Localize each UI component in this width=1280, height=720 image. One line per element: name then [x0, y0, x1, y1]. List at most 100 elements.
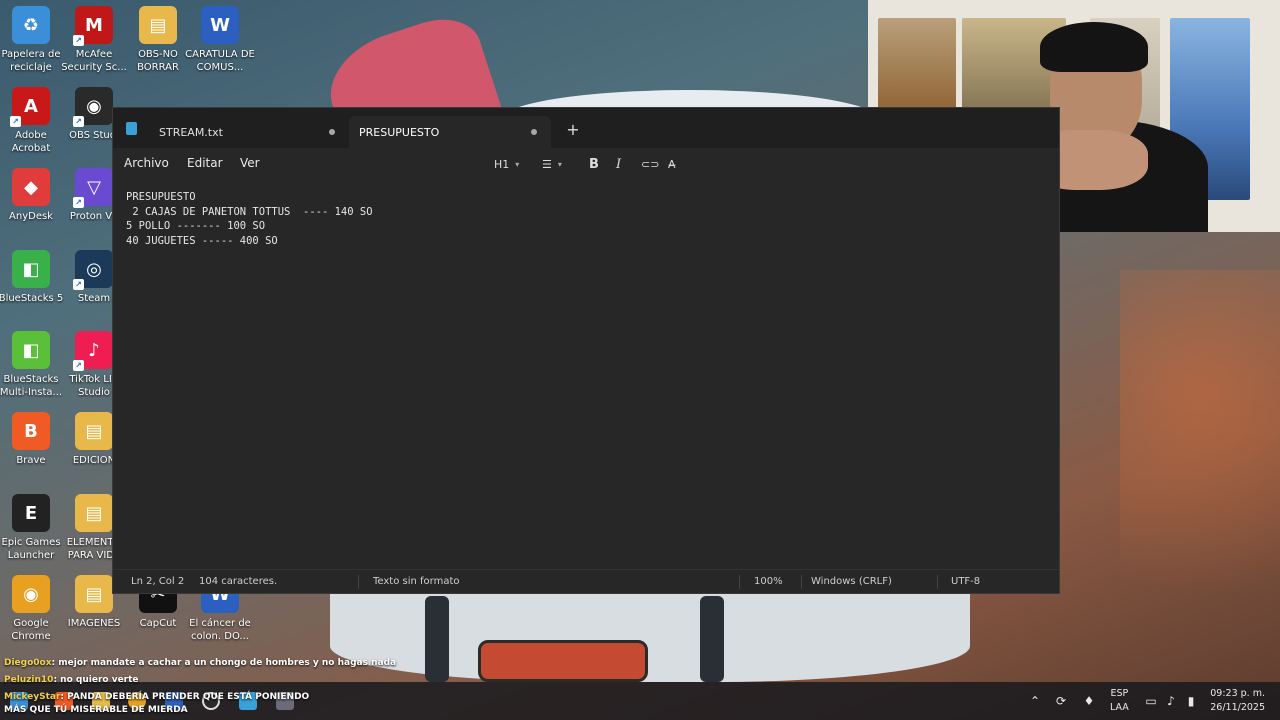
obs-studio-icon: ◉ ↗: [73, 87, 113, 127]
tab-label: PRESUPUESTO: [359, 125, 440, 139]
heading-dropdown[interactable]: H1 ▾: [494, 155, 519, 173]
menu-ver[interactable]: Ver: [240, 156, 260, 170]
clear-formatting-icon[interactable]: A̶: [668, 155, 676, 173]
wallpaper-strap-right: [700, 596, 724, 682]
keyboard-layout: LAA: [1110, 702, 1129, 713]
shortcut-arrow-icon: ↗: [10, 116, 21, 127]
list-dropdown[interactable]: ☰ ▾: [542, 155, 562, 173]
desktop-icon-caratula[interactable]: W CARATULA DE COMUS...: [185, 6, 255, 74]
clock-time: 09:23 p. m.: [1210, 688, 1265, 699]
desktop-icon-label: Papelera de reciclaje: [1, 49, 61, 73]
status-divider: [739, 575, 740, 589]
desktop-icon-label: Brave: [16, 455, 46, 466]
heading-label: H1: [494, 157, 510, 171]
chat-message: Peluzin10: no quiero verte: [4, 675, 139, 685]
line-ending[interactable]: Windows (CRLF): [811, 576, 892, 587]
menu-editar[interactable]: Editar: [187, 156, 223, 170]
microphone-icon[interactable]: ♦: [1080, 682, 1098, 720]
desktop-icon-mcafee[interactable]: M ↗ McAfee Security Sc...: [59, 6, 129, 74]
chrome-icon: ◉: [12, 575, 50, 613]
desktop-icon-label: OBS-NO BORRAR: [137, 49, 179, 73]
chat-message: MickeyStar: PANDA DEBERÍA PRENDER QUE ES…: [4, 691, 334, 717]
status-divider: [358, 575, 359, 589]
desktop-icon-epic-games[interactable]: E Epic Games Launcher: [0, 494, 66, 562]
chat-message: Diego0ox: mejor mandate a cachar a un ch…: [4, 658, 396, 668]
system-clock[interactable]: 09:23 p. m. 26/11/2025: [1205, 687, 1265, 715]
shortcut-arrow-icon: ↗: [73, 116, 84, 127]
brave-icon: B: [12, 412, 50, 450]
wallpaper-bag: [478, 640, 648, 682]
wallpaper-creature-body: [330, 592, 970, 682]
wallpaper-strap-left: [425, 596, 449, 682]
unsaved-dot-icon: [531, 129, 537, 135]
zoom-level[interactable]: 100%: [754, 576, 783, 587]
status-bar: Ln 2, Col 2 104 caracteres. Texto sin fo…: [113, 569, 1059, 593]
notepad-app-icon: [126, 122, 137, 135]
folder-icon: ▤: [75, 575, 113, 613]
desktop-icon-label: BlueStacks 5: [0, 293, 64, 304]
italic-button[interactable]: I: [616, 155, 621, 173]
chat-username: MickeyStar: [4, 692, 61, 702]
chat-username: Diego0ox: [4, 658, 52, 668]
desktop-icon-label: Epic Games Launcher: [1, 537, 61, 561]
acrobat-icon: A ↗: [10, 87, 50, 127]
folder-icon: ▤: [139, 6, 177, 44]
encoding[interactable]: UTF-8: [951, 576, 980, 587]
link-icon[interactable]: ⊂⊃: [641, 155, 659, 173]
shortcut-arrow-icon: ↗: [73, 279, 84, 290]
desktop-icon-label: El cáncer de colon. DO...: [189, 618, 251, 642]
anydesk-icon: ◆: [12, 168, 50, 206]
tab-bar: STREAM.txt PRESUPUESTO +: [113, 108, 1059, 148]
tab-label: STREAM.txt: [159, 125, 223, 139]
notepad-window: STREAM.txt PRESUPUESTO + Archivo Editar …: [112, 107, 1060, 594]
clock-date: 26/11/2025: [1210, 702, 1265, 713]
desktop-icon-obs-no-borrar[interactable]: ▤ OBS-NO BORRAR: [123, 6, 193, 74]
status-divider: [801, 575, 802, 589]
bluestacks-multi-icon: ◧: [12, 331, 50, 369]
menu-bar: Archivo Editar Ver H1 ▾ ☰ ▾ B I ⊂⊃ A̶: [113, 148, 1059, 180]
network-icon[interactable]: ▭: [1143, 682, 1159, 720]
proton-vpn-icon: ▽ ↗: [73, 168, 113, 208]
tab-presupuesto[interactable]: PRESUPUESTO: [349, 116, 551, 148]
desktop-icon-label: AnyDesk: [9, 211, 53, 222]
recycle-bin-icon: ♻: [12, 6, 50, 44]
character-count: 104 caracteres.: [199, 576, 278, 587]
shortcut-arrow-icon: ↗: [73, 360, 84, 371]
shortcut-arrow-icon: ↗: [73, 35, 84, 46]
sync-icon[interactable]: ⟳: [1052, 682, 1070, 720]
desktop-icon-google-chrome[interactable]: ◉ Google Chrome: [0, 575, 66, 643]
volume-icon[interactable]: ♪: [1163, 682, 1179, 720]
tab-stream-txt[interactable]: STREAM.txt: [149, 116, 349, 148]
desktop-icon-bluestacks-multi[interactable]: ◧ BlueStacks Multi-Insta...: [0, 331, 66, 399]
status-divider: [937, 575, 938, 589]
desktop-icon-recycle-bin[interactable]: ♻ Papelera de reciclaje: [0, 6, 66, 74]
bluestacks-icon: ◧: [12, 250, 50, 288]
cursor-position: Ln 2, Col 2: [131, 576, 185, 587]
desktop-icon-label: CARATULA DE COMUS...: [185, 49, 255, 73]
list-icon: ☰: [542, 157, 552, 171]
desktop-icon-label: Google Chrome: [11, 618, 51, 642]
menu-archivo[interactable]: Archivo: [124, 156, 169, 170]
chevron-down-icon: ▾: [515, 159, 520, 169]
battery-icon[interactable]: ▮: [1183, 682, 1199, 720]
desktop-icon-bluestacks[interactable]: ◧ BlueStacks 5: [0, 250, 66, 305]
desktop-icon-label: McAfee Security Sc...: [61, 49, 127, 73]
folder-icon: ▤: [75, 412, 113, 450]
bold-button[interactable]: B: [589, 155, 599, 173]
chevron-up-icon[interactable]: ⌃: [1026, 682, 1044, 720]
desktop-icon-label: CapCut: [139, 618, 177, 629]
steam-icon: ◎ ↗: [73, 250, 113, 290]
tiktok-icon: ♪ ↗: [73, 331, 113, 371]
new-tab-button[interactable]: +: [563, 119, 583, 139]
language-code: ESP: [1110, 688, 1129, 699]
wallpaper-ember-glow: [1120, 270, 1280, 670]
desktop-icon-label: Adobe Acrobat: [11, 130, 51, 154]
format-indicator[interactable]: Texto sin formato: [373, 576, 460, 587]
desktop-icon-anydesk[interactable]: ◆ AnyDesk: [0, 168, 66, 223]
desktop-icon-label: IMAGENES: [67, 618, 121, 629]
unsaved-dot-icon: [329, 129, 335, 135]
desktop-icon-adobe-acrobat[interactable]: A ↗ Adobe Acrobat: [0, 87, 66, 155]
input-language-indicator[interactable]: ESP LAA: [1110, 687, 1129, 715]
desktop-icon-brave[interactable]: B Brave: [0, 412, 66, 467]
text-editor[interactable]: PRESUPUESTO 2 CAJAS DE PANETON TOTTUS --…: [113, 180, 1059, 570]
